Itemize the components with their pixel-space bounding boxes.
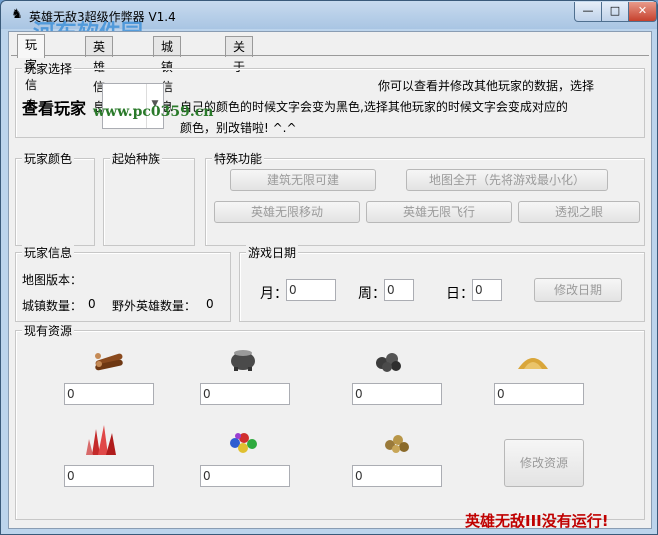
tab-player-info[interactable]: 玩家信息	[17, 34, 46, 112]
client-area: 玩家信息 英雄信息 城镇信息 关于 玩家选择 查看玩家 ▼ 你可以查看并修改其他…	[8, 31, 652, 530]
hero-unlimited-fly-button[interactable]: 英雄无限飞行	[366, 201, 512, 223]
gems-icon	[230, 433, 257, 453]
wild-hero-count-label: 野外英雄数量：	[112, 299, 197, 313]
game-date-legend: 游戏日期	[246, 244, 299, 261]
description-line3: 颜色，别改错啦! ^.^	[180, 121, 297, 135]
map-version-label: 地图版本：	[22, 273, 83, 287]
special-functions-group: 特殊功能 建筑无限可建 地图全开（先将游戏最小化） 英雄无限移动 英雄无限飞行 …	[205, 150, 645, 246]
sulfur-icon	[518, 358, 548, 369]
special-legend: 特殊功能	[212, 150, 265, 167]
gold-icon	[385, 435, 409, 453]
day-input[interactable]: 0	[472, 279, 502, 301]
hero-unlimited-move-button[interactable]: 英雄无限移动	[214, 201, 360, 223]
build-unlimited-button[interactable]: 建筑无限可建	[230, 169, 376, 191]
wood-icon	[95, 353, 123, 371]
resources-group: 现有资源 0 0 0 0 0 0 0 修改资源	[15, 322, 645, 520]
tab-hero-info[interactable]: 英雄信息	[85, 36, 114, 114]
player-info-group: 玩家信息 地图版本： 城镇数量： 0 野外英雄数量： 0	[15, 244, 231, 322]
player-info-pane: 玩家选择 查看玩家 ▼ 你可以查看并修改其他玩家的数据，选择 自己的颜色的时候文…	[11, 55, 649, 526]
maximize-button[interactable]: □	[601, 2, 629, 22]
week-input[interactable]: 0	[384, 279, 414, 301]
watermark-url: www.pc0359.cn	[93, 104, 214, 120]
mercury-icon	[231, 350, 255, 371]
modify-resources-button[interactable]: 修改资源	[504, 439, 584, 487]
tab-about[interactable]: 关于	[225, 36, 254, 74]
month-label: 月：	[260, 286, 288, 302]
close-button[interactable]: ✕	[628, 2, 657, 22]
month-input[interactable]: 0	[286, 279, 336, 301]
starting-race-group: 起始种族	[103, 150, 195, 246]
day-label: 日：	[446, 286, 474, 302]
town-count-value: 0	[88, 297, 96, 311]
description-line1: 你可以查看并修改其他玩家的数据，选择	[378, 79, 595, 93]
description-line2: 自己的颜色的时候文字会变为黑色,选择其他玩家的时候文字会变成对应的	[180, 100, 568, 114]
town-count-label: 城镇数量：	[22, 299, 83, 313]
starting-race-legend: 起始种族	[110, 150, 163, 167]
game-date-group: 游戏日期 月： 0 周： 0 日： 0 修改日期	[239, 244, 645, 322]
sulfur-input[interactable]: 0	[494, 383, 584, 405]
tab-town-info[interactable]: 城镇信息	[153, 36, 182, 114]
map-reveal-button[interactable]: 地图全开（先将游戏最小化）	[406, 169, 608, 191]
ore-input[interactable]: 0	[352, 383, 442, 405]
resources-legend: 现有资源	[22, 322, 75, 339]
wild-hero-count-value: 0	[206, 297, 214, 311]
gems-input[interactable]: 0	[200, 465, 290, 487]
see-through-button[interactable]: 透视之眼	[518, 201, 640, 223]
mercury-input[interactable]: 0	[200, 383, 290, 405]
title-bar[interactable]: ♞ 英雄无敌3超级作弊器 V1.4 河东软件园 — □ ✕	[1, 1, 657, 46]
player-color-legend: 玩家颜色	[22, 150, 75, 167]
ore-icon	[376, 353, 401, 372]
wood-input[interactable]: 0	[64, 383, 154, 405]
app-icon: ♞	[11, 7, 23, 22]
player-select-group: 玩家选择 查看玩家 ▼ 你可以查看并修改其他玩家的数据，选择 自己的颜色的时候文…	[15, 60, 645, 138]
minimize-button[interactable]: —	[574, 2, 602, 22]
game-status-text: 英雄无敌III没有运行!	[465, 512, 609, 530]
week-label: 周：	[358, 286, 386, 302]
crystal-input[interactable]: 0	[64, 465, 154, 487]
app-window: ♞ 英雄无敌3超级作弊器 V1.4 河东软件园 — □ ✕ 玩家信息 英雄信息 …	[0, 0, 658, 535]
crystal-icon	[86, 425, 116, 455]
player-info-legend: 玩家信息	[22, 244, 75, 261]
gold-input[interactable]: 0	[352, 465, 442, 487]
modify-date-button[interactable]: 修改日期	[534, 278, 622, 302]
player-color-group: 玩家颜色	[15, 150, 95, 246]
